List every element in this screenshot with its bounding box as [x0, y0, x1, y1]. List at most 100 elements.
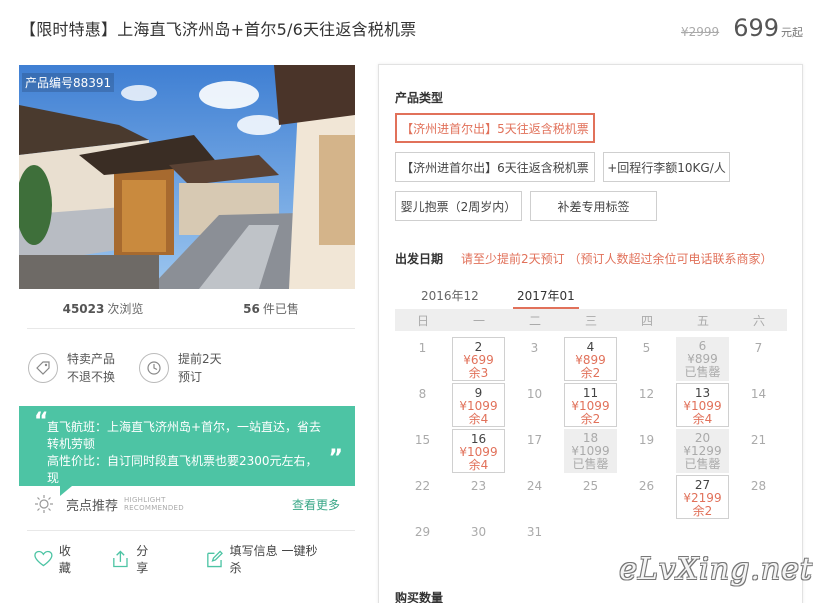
feature-line: 预订	[178, 370, 203, 384]
calendar-day: 26	[620, 475, 673, 519]
calendar-day: 8	[396, 383, 449, 427]
calendar-day: 12	[620, 383, 673, 427]
calendar-day-sold-out: 20 ¥1299 已售罄	[676, 429, 729, 473]
calendar-day-sold-out: 18 ¥1099 已售罄	[564, 429, 617, 473]
view-more-link[interactable]: 查看更多	[292, 496, 340, 513]
day-stock: 余3	[468, 366, 489, 380]
quantity-title: 购买数量	[395, 591, 444, 603]
day-number: 29	[414, 525, 431, 539]
action-bar: 收藏 分享 填写信息 一键秒杀	[34, 544, 354, 575]
calendar-day: 5	[620, 337, 673, 381]
calendar-day: 7	[732, 337, 785, 381]
price-suffix: 元起	[781, 26, 803, 39]
feature-line: 特卖产品	[67, 352, 116, 366]
weekday: 三	[584, 314, 597, 328]
calendar-day: 23	[452, 475, 505, 519]
fill-info-button[interactable]: 填写信息 一键秒杀	[205, 542, 324, 576]
departure-title: 出发日期	[395, 252, 444, 266]
day-stock: 余2	[692, 504, 713, 518]
fill-info-label: 填写信息 一键秒杀	[229, 544, 318, 575]
day-stock: 余2	[580, 412, 601, 426]
day-number: 10	[526, 387, 543, 401]
feature-line: 不退不换	[67, 370, 116, 384]
product-photo[interactable]: 产品编号88391	[19, 65, 355, 289]
product-type-title: 产品类型	[395, 91, 444, 105]
calendar-day: 10	[508, 383, 561, 427]
day-number: 3	[530, 341, 539, 355]
option-5-day-ticket[interactable]: 【济州进首尔出】5天往返含税机票	[395, 113, 595, 143]
tag-icon	[28, 353, 58, 383]
weekday: 日	[416, 314, 429, 328]
sold-count: 56	[243, 302, 260, 316]
feature-special-sale: 特卖产品 不退不换	[28, 350, 115, 386]
option-supplement-tag[interactable]: 补差专用标签	[530, 191, 657, 221]
sold-stat: 56 件已售	[187, 300, 355, 322]
recommend-label: 亮点推荐	[66, 498, 119, 514]
day-number: 22	[414, 479, 431, 493]
option-6-day-ticket[interactable]: 【济州进首尔出】6天往返含税机票	[395, 152, 595, 182]
views-label: 次浏览	[107, 302, 144, 316]
day-number: 1	[418, 341, 427, 355]
calendar-day: 14	[732, 383, 785, 427]
calendar-day-available[interactable]: 4 ¥899 余2	[564, 337, 617, 381]
day-number: 14	[750, 387, 767, 401]
calendar-day: 21	[732, 429, 785, 473]
favorite-button[interactable]: 收藏	[34, 542, 81, 576]
calendar-day: 3	[508, 337, 561, 381]
day-number: 21	[750, 433, 767, 447]
day-number: 7	[754, 341, 763, 355]
share-icon	[113, 550, 129, 568]
calendar-day-available[interactable]: 13 ¥1099 余4	[676, 383, 729, 427]
views-count: 45023	[62, 302, 105, 316]
option-baggage[interactable]: +回程行李额10KG/人	[603, 152, 730, 182]
booking-note: 请至少提前2天预订 （预订人数超过余位可电话联系商家）	[461, 252, 773, 266]
hanok-street-image	[19, 65, 355, 289]
day-stock: 余4	[468, 458, 489, 472]
day-stock: 已售罄	[684, 457, 721, 471]
page-title: 【限时特惠】上海直飞济州岛+首尔5/6天往返含税机票	[20, 20, 417, 39]
divider	[27, 328, 355, 329]
clock-icon	[139, 353, 169, 383]
weekday: 五	[696, 314, 709, 328]
calendar-day-available[interactable]: 11 ¥1099 余2	[564, 383, 617, 427]
day-number: 26	[638, 479, 655, 493]
heart-icon	[34, 550, 53, 567]
month-tab-active[interactable]: 2017年01	[513, 287, 579, 309]
weekday-header: 日 一 二 三 四 五 六	[395, 309, 787, 331]
option-infant-ticket[interactable]: 婴儿抱票（2周岁内）	[395, 191, 522, 221]
original-price: ¥2999	[681, 25, 720, 39]
weekday: 二	[528, 314, 541, 328]
highlight-box: “ 直飞航班：上海直飞济州岛+首尔，一站直达，省去 转机劳顿 高性价比：自订同时…	[19, 406, 355, 486]
weekday: 四	[640, 314, 653, 328]
calendar-day: 1	[396, 337, 449, 381]
day-stock: 已售罄	[572, 457, 609, 471]
day-number: 30	[470, 525, 487, 539]
highlight-line: 转机劳顿	[47, 437, 96, 451]
booking-panel: 产品类型 【济州进首尔出】5天往返含税机票 【济州进首尔出】6天往返含税机票 +…	[378, 64, 803, 603]
day-number: 25	[582, 479, 599, 493]
sold-label: 件已售	[262, 302, 299, 316]
calendar-day: 30	[452, 521, 505, 565]
calendar-day-available[interactable]: 27 ¥2199 余2	[676, 475, 729, 519]
day-stock: 余2	[580, 366, 601, 380]
edit-icon	[206, 550, 223, 568]
day-stock: 余4	[468, 412, 489, 426]
calendar-day-available[interactable]: 9 ¥1099 余4	[452, 383, 505, 427]
calendar-day: 15	[396, 429, 449, 473]
calendar-day: 24	[508, 475, 561, 519]
month-tab[interactable]: 2016年12	[421, 287, 479, 304]
highlight-line: 直飞航班：上海直飞济州岛+首尔，一站直达，省去	[47, 420, 322, 434]
share-button[interactable]: 分享	[111, 542, 158, 576]
calendar-day: 19	[620, 429, 673, 473]
calendar-day-available[interactable]: 2 ¥699 余3	[452, 337, 505, 381]
day-number: 17	[526, 433, 543, 447]
product-stats: 45023 次浏览 56 件已售	[19, 300, 355, 322]
recommend-row: 亮点推荐 HIGHLIGHT RECOMMENDED 查看更多	[34, 494, 340, 514]
feature-line: 提前2天	[178, 352, 222, 366]
day-number: 15	[414, 433, 431, 447]
close-quote-icon: ”	[328, 446, 343, 471]
day-stock: 已售罄	[684, 365, 721, 379]
day-number: 31	[526, 525, 543, 539]
calendar-day-available[interactable]: 16 ¥1099 余4	[452, 429, 505, 473]
views-stat: 45023 次浏览	[19, 300, 187, 322]
